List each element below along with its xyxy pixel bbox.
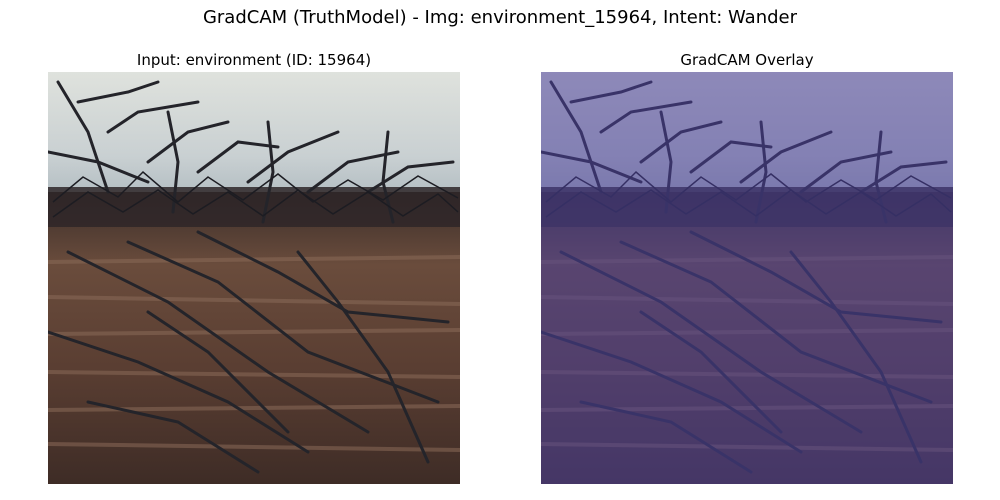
gradcam-heatmap: [541, 72, 953, 484]
input-image-graphic: [48, 72, 460, 484]
input-image: [48, 72, 460, 484]
overlay-image-graphic: [541, 72, 953, 484]
input-panel: Input: environment (ID: 15964): [48, 50, 460, 484]
figure-title: GradCAM (TruthModel) - Img: environment_…: [202, 7, 798, 28]
overlay-panel-title: GradCAM Overlay: [680, 51, 814, 69]
overlay-panel: GradCAM Overlay: [541, 50, 953, 484]
overlay-image: [541, 72, 953, 484]
input-panel-title: Input: environment (ID: 15964): [136, 51, 372, 69]
